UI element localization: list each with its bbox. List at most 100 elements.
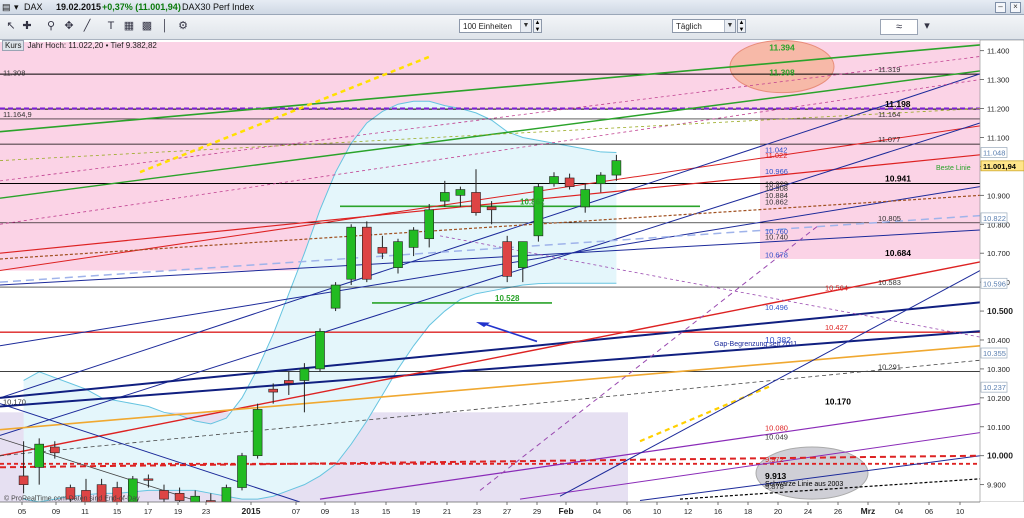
level-label: 10.805	[878, 214, 901, 223]
settings-icon[interactable]: ⚙	[176, 19, 190, 33]
vertical-line-icon[interactable]: │	[158, 19, 172, 33]
units-spinner[interactable]: ▲ ▼	[533, 19, 542, 33]
candle-body	[580, 189, 591, 208]
trendline-18	[639, 385, 771, 443]
units-select[interactable]: 100 Einheiten ▼	[459, 19, 532, 33]
candle-body	[190, 495, 200, 503]
candle-body	[471, 192, 481, 213]
x-tick-label: 10	[653, 507, 661, 516]
level-label: 11.164	[878, 110, 900, 119]
x-tick-label: 15	[113, 507, 121, 516]
candle-body	[237, 455, 247, 488]
y-tick-label: 10.900	[987, 191, 1010, 200]
draw-line-icon[interactable]: ╱	[80, 19, 94, 33]
chart-icon: ▤	[2, 2, 11, 12]
annotation-label: Beste Linie	[936, 165, 971, 172]
x-tick-label: 24	[804, 507, 812, 516]
level-label: 9.972	[765, 455, 784, 464]
indicator-chart-icon[interactable]: ≈	[880, 19, 918, 35]
level-label: 11.077	[878, 135, 900, 144]
level-label: 10.496	[765, 303, 788, 312]
x-tick-label: 15	[382, 507, 390, 516]
x-tick-label: Feb	[558, 506, 573, 516]
price-axis: 11.40011.30011.20011.10011.00010.90010.8…	[979, 40, 1024, 503]
candle-body	[455, 189, 466, 196]
x-tick-label: 09	[52, 507, 60, 516]
period-spinner[interactable]: ▲ ▼	[737, 19, 746, 33]
price-axis-box: 10.237	[980, 381, 1008, 393]
y-tick-label: 11.100	[987, 133, 1009, 142]
level-label: 11.319	[878, 65, 900, 74]
x-tick-label: 2015	[242, 506, 261, 516]
x-tick-label: 10	[956, 507, 964, 516]
y-tick-label: 10.100	[987, 423, 1010, 432]
cursor-icon[interactable]: ↖	[4, 19, 18, 33]
options-dropdown-icon[interactable]: ▾	[920, 19, 934, 33]
object-tool-icon[interactable]: ▦	[122, 19, 136, 33]
level-label: 10.564	[825, 284, 848, 293]
y-tick-label: 11.300	[987, 76, 1009, 85]
price-axis-box-label: 11.001,94	[983, 162, 1017, 171]
level-label: 10.170	[3, 398, 26, 407]
title-bar: ▤ ▾ DAX 19.02.2015 +0,37% (11.001,94) DA…	[0, 0, 1024, 15]
candle-body	[283, 380, 294, 384]
layers-icon[interactable]: ▩	[140, 19, 154, 33]
price-axis-box: 11.001,94	[980, 160, 1024, 172]
level-label: 10.862	[520, 197, 545, 206]
close-icon[interactable]: ×	[1010, 2, 1021, 13]
level-label: 9.913	[765, 471, 787, 481]
chart-header: Kurs Jahr Hoch: 11.022,20 • Tief 9.382,82	[2, 40, 157, 52]
y-tick-label: 11.200	[987, 105, 1009, 114]
candle-body	[393, 241, 403, 268]
candle-body	[408, 229, 419, 248]
candle-body	[533, 186, 544, 237]
annotation-label: Gap-Begrenzung seit 2011	[714, 341, 797, 348]
candle-body	[346, 226, 357, 280]
price-chart[interactable]: 11.308 11.164,9 10.170 11.394 11.308 11.319 11…	[0, 40, 1024, 518]
time-axis: 05 09 11 15 17 19 23 2015 07 09 13 15 19 21 23 27 29 Feb 0…	[0, 501, 1024, 518]
candle-body	[549, 176, 559, 185]
candle-body	[143, 478, 154, 481]
text-tool-icon[interactable]: T	[104, 19, 118, 33]
zoom-icon[interactable]: ⚲	[44, 19, 58, 33]
x-tick-label: Mrz	[861, 506, 876, 516]
chevron-down-icon: ▼	[724, 20, 735, 32]
period-select-value: Täglich	[676, 22, 702, 31]
candle-body	[611, 160, 622, 176]
x-tick-label: 12	[684, 507, 692, 516]
level-label: 10.170	[825, 397, 851, 407]
index-name-label: DAX30 Perf Index	[182, 2, 255, 12]
x-tick-label: 20	[774, 507, 782, 516]
candle-body	[18, 475, 29, 485]
price-axis-box-label: 10.237	[983, 383, 1006, 392]
price-axis-box-label: 10.596	[983, 279, 1006, 288]
chevron-down-icon: ▼	[520, 20, 531, 32]
level-label: 11.308	[3, 68, 25, 77]
period-select[interactable]: Täglich ▼	[672, 19, 736, 33]
dropdown-icon[interactable]: ▾	[14, 0, 19, 14]
candle-body	[330, 284, 341, 309]
y-tick-label: 10.000	[987, 451, 1013, 461]
x-tick-label: 18	[744, 507, 752, 516]
level-label: 10.427	[825, 323, 848, 332]
x-tick-label: 19	[412, 507, 420, 516]
x-tick-label: 09	[321, 507, 329, 516]
annotation-label: Schwarze Linie aus 2003	[765, 481, 843, 488]
x-tick-label: 26	[834, 507, 842, 516]
minimize-icon[interactable]: –	[995, 2, 1006, 13]
pointer-icon[interactable]: ✚	[20, 19, 34, 33]
x-tick-label: 23	[202, 507, 210, 516]
pan-icon[interactable]: ✥	[62, 19, 76, 33]
candle-body	[315, 331, 325, 370]
price-axis-box: 11.048	[980, 147, 1008, 158]
price-axis-box: 10.822	[980, 212, 1008, 224]
symbol-label: DAX	[24, 2, 43, 12]
candle-body	[502, 241, 513, 277]
candle-body	[564, 177, 575, 187]
x-tick-label: 06	[623, 507, 631, 516]
x-tick-label: 29	[533, 507, 541, 516]
price-axis-box: 10.355	[980, 347, 1008, 359]
candle-body	[268, 388, 279, 393]
kurs-tab[interactable]: Kurs	[2, 40, 25, 51]
candle-body	[252, 409, 263, 457]
